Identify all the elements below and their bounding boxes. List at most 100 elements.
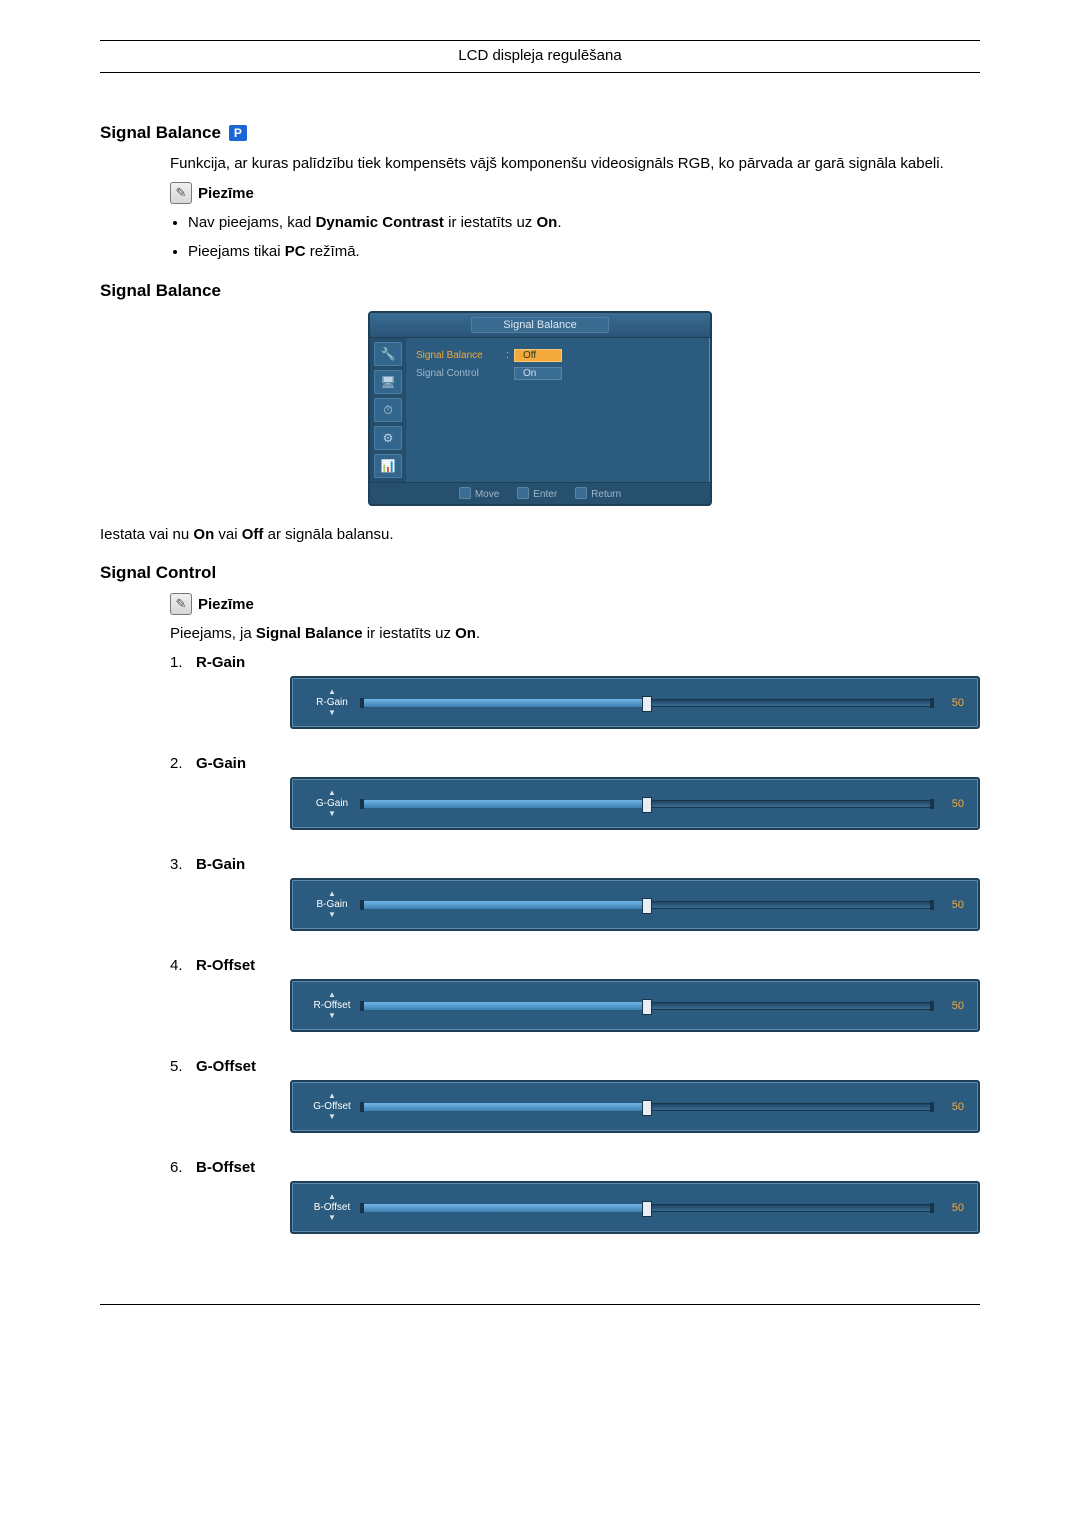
note-label: Piezīme [198,596,254,613]
osd-tab-icon[interactable]: ⏱ [374,398,402,422]
osd-row-value: Off [514,349,562,362]
text: Pieejams tikai [188,243,285,260]
osd-tab-icon[interactable]: ⚙ [374,426,402,450]
arrow-down-icon[interactable]: ▼ [328,1113,336,1121]
slider-number: 3. [170,856,196,873]
slider-thumb[interactable] [642,1201,652,1217]
slider-value: 50 [942,1000,964,1012]
colon: : [506,349,514,361]
text: Nav pieejams, kad [188,214,316,231]
slider-track-wrap: 50 [362,899,964,911]
arrow-up-icon[interactable]: ▲ [328,991,336,999]
osd-tab-icon[interactable]: 📊 [374,454,402,478]
heading-signal-balance: Signal Balance P [100,123,980,143]
slider-track-wrap: 50 [362,1101,964,1113]
heading-signal-control: Signal Control [100,563,980,583]
slider-name: R-Gain [196,654,245,671]
osd-footer-move: Move [459,487,499,500]
slider-track[interactable] [362,699,932,707]
slider-thumb[interactable] [642,797,652,813]
slider-track[interactable] [362,800,932,808]
slider-track[interactable] [362,1002,932,1010]
osd-row-signal-balance[interactable]: Signal Balance : Off [416,346,700,364]
slider-track-wrap: 50 [362,798,964,810]
slider-track-wrap: 50 [362,1000,964,1012]
arrow-up-icon[interactable]: ▲ [328,789,336,797]
osd-menu: Signal Balance 🔧 🖥 ⏱ ⚙ 📊 Signal Balance … [368,311,712,506]
osd-title: Signal Balance [471,317,609,333]
note-bullets: Nav pieejams, kad Dynamic Contrast ir ie… [170,212,980,263]
slider-track[interactable] [362,1204,932,1212]
osd-body: 🔧 🖥 ⏱ ⚙ 📊 Signal Balance : Off Signal Co… [370,338,710,482]
signal-balance-body: Funkcija, ar kuras palīdzību tiek kompen… [170,153,980,263]
arrow-up-icon[interactable]: ▲ [328,890,336,898]
arrow-up-icon[interactable]: ▲ [328,1092,336,1100]
osd-row-label: Signal Balance [416,350,506,361]
osd-row-label: Signal Control [416,368,506,379]
slider-label: 2.G-Gain [170,755,290,772]
note-label: Piezīme [198,185,254,202]
text: vai [214,526,242,543]
slider-item: 6.B-Offset▲B-Offset▼50 [170,1159,980,1234]
osd-tab-icon[interactable]: 🖥 [374,370,402,394]
slider-value: 50 [942,899,964,911]
note-icon: ✎ [170,182,192,204]
arrow-down-icon[interactable]: ▼ [328,1012,336,1020]
heading-signal-balance-menu: Signal Balance [100,281,980,301]
slider-thumb[interactable] [642,999,652,1015]
arrow-down-icon[interactable]: ▼ [328,911,336,919]
slider-track[interactable] [362,901,932,909]
slider-thumb[interactable] [642,898,652,914]
pc-mode-icon: P [229,125,247,141]
slider-thumb[interactable] [642,696,652,712]
slider-panel: ▲R-Offset▼ 50 [290,979,980,1032]
slider-channel-name: G-Gain [316,798,348,809]
osd-row-signal-control[interactable]: Signal Control On [416,364,700,382]
arrow-up-icon[interactable]: ▲ [328,688,336,696]
arrow-down-icon[interactable]: ▼ [328,709,336,717]
slider-channel-name: G-Offset [313,1101,351,1112]
arrow-down-icon[interactable]: ▼ [328,810,336,818]
text: režīmā. [306,243,360,260]
arrow-up-icon[interactable]: ▲ [328,1193,336,1201]
slider-channel-label: ▲R-Gain▼ [302,688,362,717]
slider-track-wrap: 50 [362,1202,964,1214]
text: Iestata vai nu [100,526,193,543]
slider-track[interactable] [362,1103,932,1111]
heading-text: Signal Balance [100,281,221,301]
page-header: LCD displeja regulēšana [100,47,980,64]
bullet-item: Nav pieejams, kad Dynamic Contrast ir ie… [188,212,980,235]
slider-number: 2. [170,755,196,772]
slider-channel-label: ▲R-Offset▼ [302,991,362,1020]
slider-channel-name: B-Gain [316,899,347,910]
page: LCD displeja regulēšana Signal Balance P… [0,0,1080,1385]
slider-channel-label: ▲B-Gain▼ [302,890,362,919]
osd-main: Signal Balance : Off Signal Control On [406,338,710,482]
osd-titlebar: Signal Balance [370,313,710,338]
text-bold: Signal Balance [256,625,363,642]
note-row: ✎ Piezīme [170,593,980,615]
slider-value: 50 [942,798,964,810]
osd-side-tabs: 🔧 🖥 ⏱ ⚙ 📊 [370,338,406,482]
slider-item: 5.G-Offset▲G-Offset▼50 [170,1058,980,1133]
slider-thumb[interactable] [642,1100,652,1116]
text-bold: Dynamic Contrast [316,214,444,231]
slider-channel-label: ▲G-Gain▼ [302,789,362,818]
osd-tab-icon[interactable]: 🔧 [374,342,402,366]
slider-label: 1.R-Gain [170,654,290,671]
slider-value: 50 [942,697,964,709]
slider-panel: ▲G-Gain▼ 50 [290,777,980,830]
slider-channel-label: ▲G-Offset▼ [302,1092,362,1121]
slider-item: 3.B-Gain▲B-Gain▼50 [170,856,980,931]
slider-item: 2.G-Gain▲G-Gain▼50 [170,755,980,830]
text-bold: On [455,625,476,642]
slider-name: G-Gain [196,755,246,772]
slider-name: B-Gain [196,856,245,873]
slider-value: 50 [942,1101,964,1113]
signal-balance-caption: Iestata vai nu On vai Off ar signāla bal… [100,524,980,545]
top-rule [100,40,980,41]
note-row: ✎ Piezīme [170,182,980,204]
arrow-down-icon[interactable]: ▼ [328,1214,336,1222]
slider-value: 50 [942,1202,964,1214]
bullet-item: Pieejams tikai PC režīmā. [188,241,980,264]
